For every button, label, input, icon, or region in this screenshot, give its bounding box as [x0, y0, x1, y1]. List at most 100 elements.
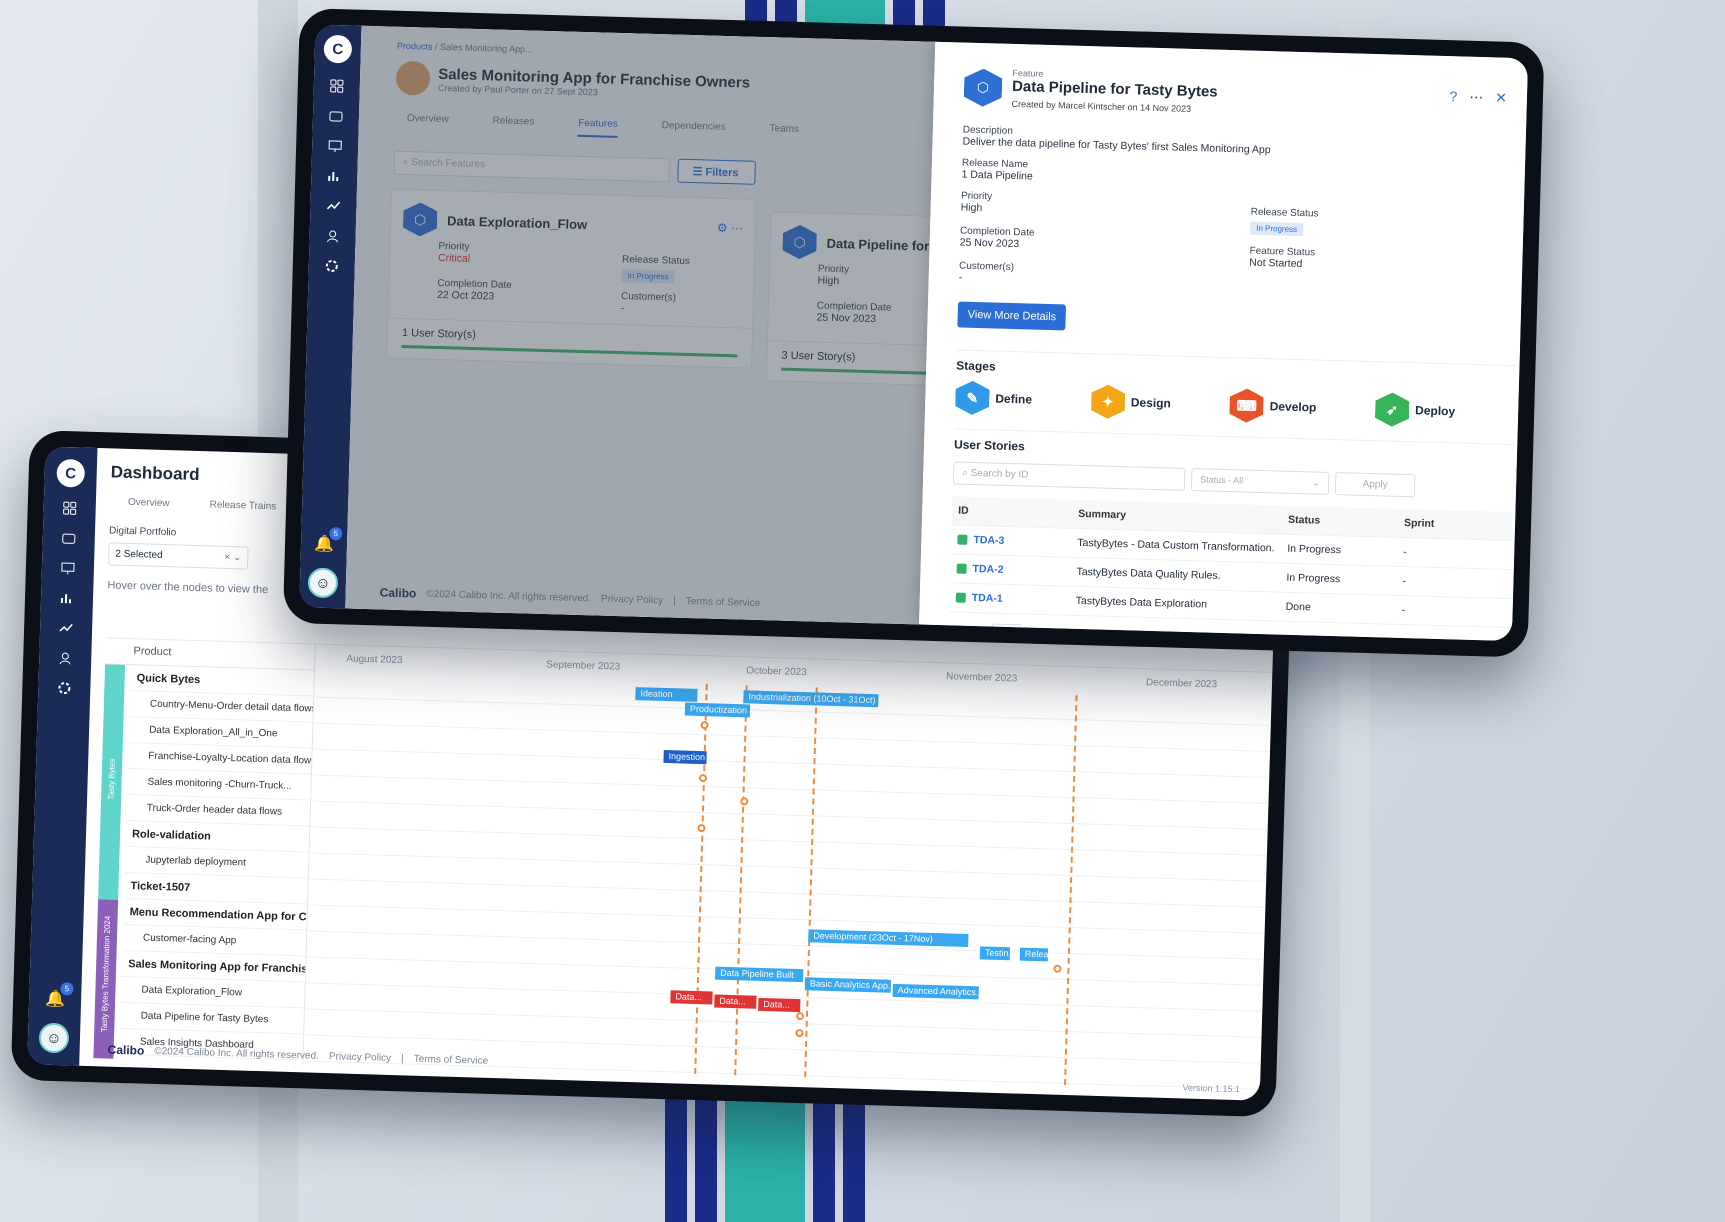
user-stories-table: ID Summary Status Sprint TDA-3 TastyBytes - … [949, 496, 1513, 628]
page-size-value: 5 [998, 626, 1004, 637]
month-label: August 2023 [346, 653, 403, 667]
column-header[interactable]: Sprint [1397, 508, 1513, 541]
gantt-bar[interactable]: Data... [714, 994, 757, 1009]
grid-icon[interactable] [60, 499, 79, 518]
stage-icon: ➶ [1375, 392, 1410, 427]
column-header[interactable]: ID [951, 496, 1073, 529]
milestone-marker[interactable] [698, 774, 708, 783]
milestone-line [1064, 695, 1078, 1086]
milestone-marker[interactable] [795, 1028, 804, 1038]
milestone-marker[interactable] [795, 1011, 805, 1021]
close-icon[interactable]: ✕ [1495, 89, 1507, 106]
stage-label: Develop [1269, 399, 1317, 415]
notification-badge: 5 [60, 982, 74, 996]
user-stories-label: User Stories [953, 428, 1515, 468]
release-status-badge: In Progress [1250, 221, 1304, 237]
trend-icon[interactable] [324, 197, 342, 215]
story-icon [956, 563, 967, 575]
story-icon [957, 534, 968, 546]
portfolio-select[interactable]: 2 Selected × ⌄ [108, 542, 249, 570]
settings-icon[interactable] [323, 257, 341, 275]
app-logo[interactable]: C [56, 458, 86, 488]
story-summary-cell: TastyBytes Data Exploration [1069, 586, 1281, 622]
grid-line [312, 774, 1278, 805]
monitor-icon[interactable] [59, 559, 78, 578]
release-status-label: Release Status [1250, 206, 1319, 220]
tab-overview[interactable]: Overview [128, 497, 170, 509]
settings-icon[interactable] [55, 679, 74, 698]
milestone-marker[interactable] [700, 721, 709, 730]
gantt-bar[interactable]: Basic Analytics App... [804, 977, 892, 993]
group-label: Tasty Bytes [106, 758, 117, 800]
group-transformation: Tasty Bytes Transformation 2024 [93, 899, 119, 1059]
story-search-placeholder: Search by ID [970, 467, 1029, 481]
app-logo[interactable]: C [323, 34, 353, 64]
story-id-link[interactable]: TDA-1 [972, 592, 1003, 605]
page-size-select[interactable]: 5 ⌄ [991, 623, 1021, 642]
bell-icon[interactable]: 🔔 5 [314, 527, 343, 555]
trend-icon[interactable] [57, 619, 76, 638]
people-icon[interactable] [323, 227, 341, 245]
milestone-marker[interactable] [1053, 964, 1062, 973]
stage-define[interactable]: ✎ Define [955, 380, 1033, 416]
people-icon[interactable] [56, 649, 75, 668]
gantt-bar[interactable]: Industrialization (10Oct - 31Oct) [743, 690, 879, 708]
box-icon[interactable] [60, 529, 79, 548]
view-more-details-button[interactable]: View More Details [957, 301, 1067, 331]
status-filter-select[interactable]: Status - All ⌄ [1190, 468, 1330, 495]
gantt-bar[interactable]: Testin... [979, 946, 1011, 961]
more-icon[interactable]: ⋯ [1469, 89, 1483, 106]
milestone-marker[interactable] [697, 823, 706, 833]
grid-line [305, 1008, 1275, 1039]
milestone-line [734, 685, 748, 1076]
gantt-timeline: August 2023 September 2023 October 2023 Nov… [304, 645, 1278, 1094]
stage-label: Deploy [1414, 403, 1456, 419]
box-icon[interactable] [327, 107, 345, 125]
story-id-link[interactable]: TDA-2 [972, 563, 1003, 576]
gantt-bar[interactable]: Data... [670, 990, 713, 1005]
features-screen: C 🔔 5 ☺ Products / Sales Monitoring App..… [299, 24, 1529, 642]
notification-badge: 5 [329, 527, 343, 541]
gantt-bar[interactable]: Advanced Analytics... [892, 983, 979, 1000]
feature-status-value: Not Started [1249, 256, 1303, 271]
gantt-bar[interactable]: Productization [684, 702, 751, 718]
avatar[interactable]: ☺ [38, 1022, 70, 1054]
gantt-bar[interactable]: Data... [758, 997, 801, 1013]
gantt-bar[interactable]: Relea... [1019, 947, 1049, 962]
gantt-bar[interactable]: Development (23Oct - 17Nov) [808, 929, 969, 948]
chart-icon[interactable] [58, 589, 77, 608]
chart-icon[interactable] [325, 167, 343, 185]
bell-icon[interactable]: 🔔 5 [45, 982, 74, 1010]
stage-develop[interactable]: ⌨ Develop [1229, 388, 1317, 424]
grid-line [309, 878, 1278, 909]
help-icon[interactable]: ? [1449, 88, 1457, 105]
main-content: Products / Sales Monitoring App... Sales… [345, 25, 971, 625]
story-search-input[interactable]: ⌕ Search by ID [952, 461, 1186, 491]
privacy-link[interactable]: Privacy Policy [329, 1051, 392, 1064]
clear-icon[interactable]: × ⌄ [224, 552, 241, 563]
gantt-bar[interactable]: Data Pipeline Built [714, 966, 804, 983]
status-filter-value: Status - All [1200, 474, 1244, 486]
story-id-link[interactable]: TDA-3 [973, 534, 1004, 547]
stage-deploy[interactable]: ➶ Deploy [1375, 392, 1456, 428]
stage-label: Design [1130, 395, 1172, 411]
column-header[interactable]: Status [1281, 505, 1399, 538]
avatar[interactable]: ☺ [307, 567, 339, 599]
grid-line [314, 722, 1278, 753]
grid-line [313, 748, 1278, 779]
tab-release-trains[interactable]: Release Trains [209, 499, 276, 512]
gantt-bar[interactable]: Ideation [635, 687, 698, 702]
grid-icon[interactable] [328, 77, 346, 95]
overlay[interactable] [345, 25, 936, 625]
stages-row: ✎ Define ✦ Design ⌨ Develop ➶ Deploy [955, 380, 1456, 428]
monitor-icon[interactable] [326, 137, 344, 155]
gantt-bar[interactable]: Ingestion [663, 749, 707, 765]
story-id-cell: TDA-3 [951, 524, 1072, 558]
milestone-marker[interactable] [740, 797, 749, 806]
stage-design[interactable]: ✦ Design [1090, 384, 1171, 420]
stage-icon: ✦ [1090, 384, 1125, 419]
portfolio-value: 2 Selected [115, 548, 163, 561]
terms-link[interactable]: Terms of Service [414, 1053, 489, 1066]
gantt-chart: Product Tasty Bytes Tasty Bytes Transfor… [93, 637, 1278, 1094]
apply-button[interactable]: Apply [1334, 472, 1416, 498]
